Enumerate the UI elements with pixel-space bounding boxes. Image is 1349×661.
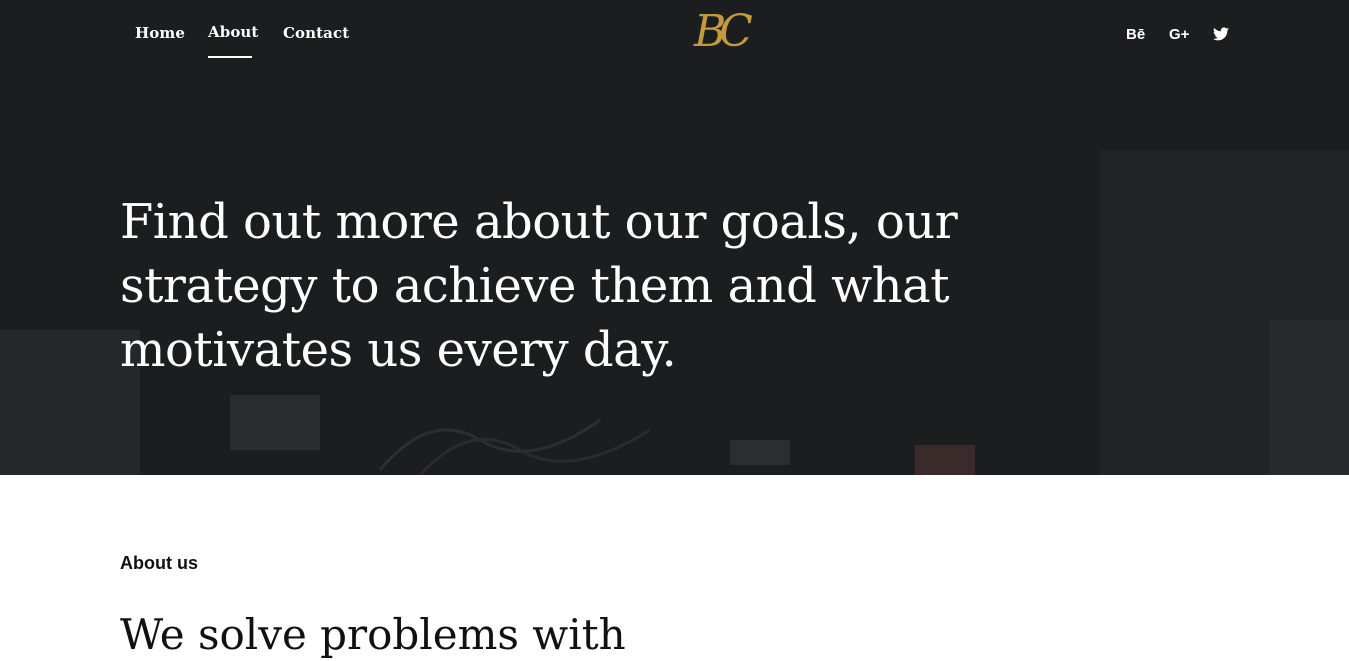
twitter-icon[interactable] <box>1213 27 1229 45</box>
about-section: About us We solve problems with <box>0 475 1349 659</box>
behance-icon[interactable]: Bē <box>1126 26 1145 43</box>
nav-active-underline <box>208 56 252 58</box>
top-navigation: Home About Contact <box>0 0 1349 70</box>
section-label: About us <box>120 553 198 573</box>
hero-headline: Find out more about our goals, our strat… <box>120 194 958 378</box>
nav-about-link[interactable]: About <box>208 23 258 41</box>
nav-home-link[interactable]: Home <box>135 24 185 42</box>
section-heading: We solve problems with <box>120 610 626 659</box>
google-plus-icon[interactable]: G+ <box>1169 26 1189 43</box>
nav-contact-link[interactable]: Contact <box>283 24 349 42</box>
hero-section: Home About Contact BC Bē G+ Find out mor… <box>0 0 1349 475</box>
twitter-bird-glyph <box>1213 27 1229 41</box>
site-logo[interactable]: BC <box>694 7 753 57</box>
